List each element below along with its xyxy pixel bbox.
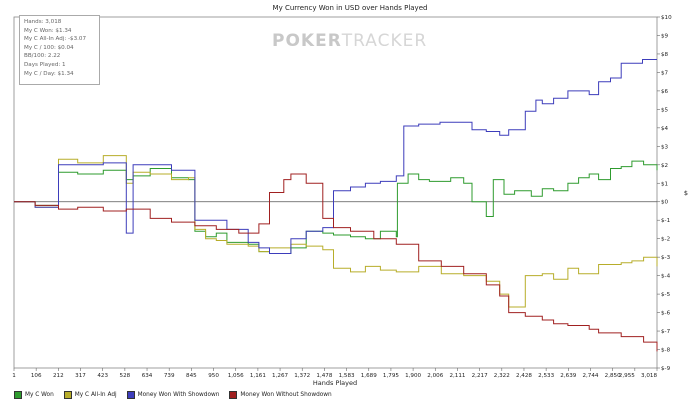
legend-label-allin-adj: My C All-In Adj [74, 392, 117, 398]
legend-swatch-won [14, 391, 22, 399]
stat-allin-adj: My C All-In Adj: -$3.07 [24, 36, 87, 43]
y-tick-label: $-7 [661, 329, 671, 335]
stat-won: My C Won: $1.34 [24, 27, 72, 34]
watermark-light: TRACKER [341, 31, 428, 51]
y-tick-label: $6 [661, 89, 669, 95]
y-tick-label: $-9 [661, 366, 671, 372]
x-tick-label: 2,744 [582, 373, 598, 379]
y-tick-label: $5 [661, 107, 669, 113]
x-tick-label: 950 [208, 373, 219, 379]
x-axis: 1 106 212 317 423 528 634 739 845 950 1,056 1,161 1,… [12, 368, 657, 379]
x-axis-label: Hands Played [313, 379, 357, 387]
x-tick-label: 2,955 [619, 373, 635, 379]
x-tick-label: 2,428 [516, 373, 532, 379]
stat-per-day: My C / Day: $1.34 [24, 70, 74, 77]
stat-per-100: My C / 100: $0.04 [24, 44, 74, 51]
x-tick-label: 2,322 [494, 373, 510, 379]
y-tick-label: $-1 [661, 218, 671, 224]
x-tick-label: 1,689 [361, 373, 377, 379]
legend-item-allin-adj[interactable]: My C All-In Adj [63, 389, 117, 401]
pokertracker-watermark: POKERTRACKER [272, 31, 427, 51]
y-tick-label: $-2 [661, 237, 670, 243]
stat-hands: Hands: 3,018 [24, 19, 62, 25]
x-tick-label: 845 [186, 373, 197, 379]
legend-item-won[interactable]: My C Won [14, 389, 54, 401]
legend-label-showdown: Money Won With Showdown [137, 392, 220, 398]
y-tick-label: $2 [661, 163, 668, 169]
legend-swatch-allin-adj [63, 391, 72, 399]
y-tick-label: $1 [661, 181, 669, 187]
y-tick-label: $8 [661, 52, 669, 58]
x-tick-label: 1,900 [405, 373, 421, 379]
legend-item-no-showdown[interactable]: Money Won Without Showdown [229, 389, 332, 401]
x-tick-label: 212 [53, 373, 64, 379]
legend-swatch-showdown [126, 391, 135, 399]
x-tick-label: 317 [75, 373, 86, 379]
y-tick-label: $10 [661, 15, 672, 21]
x-tick-label: 423 [97, 373, 108, 379]
plot-frame [13, 16, 658, 369]
y-tick-label: $3 [661, 144, 669, 150]
x-tick-label: 1 [12, 373, 16, 379]
x-tick-label: 2,006 [427, 373, 443, 379]
x-tick-label: 1,267 [272, 373, 288, 379]
x-tick-label: 2,217 [472, 373, 488, 379]
x-tick-label: 3,018 [641, 373, 657, 379]
y-tick-label: $-8 [661, 348, 671, 354]
legend: My C Won My C All-In Adj Money Won With … [14, 389, 342, 401]
legend-label-no-showdown: Money Won Without Showdown [240, 392, 332, 398]
y-tick-label: $4 [661, 126, 669, 132]
x-tick-label: 634 [142, 373, 153, 379]
x-tick-label: 2,111 [449, 373, 465, 379]
y-tick-label: $-3 [661, 255, 671, 261]
y-tick-label: $0 [661, 200, 669, 206]
x-tick-label: 528 [120, 373, 131, 379]
chart: My Currency Won in USD over Hands Played… [0, 0, 700, 409]
stat-bb-100: BB/100: 2.22 [24, 53, 61, 60]
x-tick-label: 739 [164, 373, 175, 379]
y-axis-label: $ [684, 189, 688, 197]
stat-days: Days Played: 1 [24, 61, 66, 68]
x-tick-label: 1,056 [228, 373, 244, 379]
y-tick-label: $9 [661, 33, 669, 39]
legend-item-showdown[interactable]: Money Won With Showdown [126, 389, 220, 401]
y-tick-label: $7 [661, 70, 669, 76]
x-tick-label: 1,372 [294, 373, 310, 379]
legend-swatch-no-showdown [229, 391, 238, 399]
stats-box: Hands: 3,018 My C Won: $1.34 My C All-In… [19, 15, 100, 85]
y-tick-label: $-5 [661, 292, 671, 298]
y-axis: $10 $9 $8 $7 $6 $5 $4 $3 $2 $1 $0 $-1 $-2 $-3 $-4 $-5 $-… [657, 15, 672, 372]
watermark-bold: POKER [272, 31, 342, 51]
x-tick-label: 1,795 [383, 373, 399, 379]
plot-area: $10 $9 $8 $7 $6 $5 $4 $3 $2 $1 $0 $-1 $-2 $-3 $-4 $-5 $-… [12, 15, 688, 387]
legend-label-won: My C Won [25, 392, 54, 398]
x-tick-label: 2,639 [560, 373, 576, 379]
y-tick-label: $-4 [661, 274, 671, 280]
y-tick-label: $-6 [661, 311, 671, 317]
x-tick-label: 1,161 [250, 373, 266, 379]
x-tick-label: 2,533 [538, 373, 554, 379]
x-tick-label: 106 [31, 373, 42, 379]
